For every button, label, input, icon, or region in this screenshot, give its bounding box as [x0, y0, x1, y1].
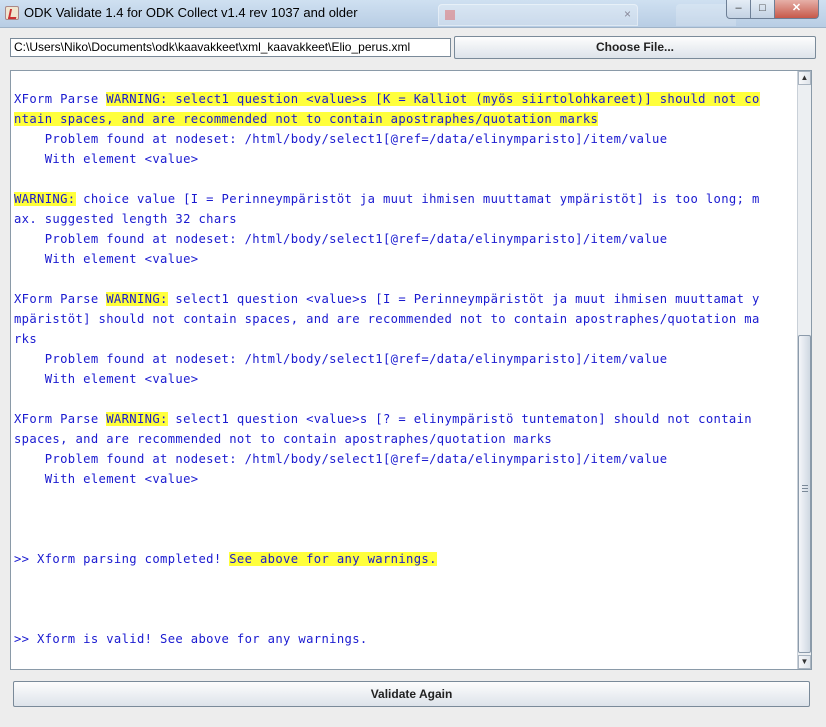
- log-text-segment: Problem found at nodeset: /html/body/sel…: [14, 352, 668, 366]
- validation-log[interactable]: XForm Parse WARNING: select1 question <v…: [10, 70, 812, 670]
- log-text-segment: rks: [14, 332, 38, 346]
- highlighted-text: WARNING: select1 question <value>s [K = …: [106, 92, 760, 106]
- background-window-tab: ×: [438, 4, 638, 26]
- log-line: With element <value>: [14, 249, 199, 269]
- highlighted-text: WARNING:: [106, 412, 168, 426]
- window-title: ODK Validate 1.4 for ODK Collect v1.4 re…: [24, 5, 358, 20]
- highlighted-text: ntain spaces, and are recommended not to…: [14, 112, 599, 126]
- choose-file-button[interactable]: Choose File...: [454, 36, 816, 59]
- log-line: rks: [14, 329, 37, 349]
- log-line: XForm Parse WARNING: select1 question <v…: [14, 89, 760, 109]
- log-text-segment: XForm Parse: [14, 292, 107, 306]
- log-text-segment: Problem found at nodeset: /html/body/sel…: [14, 232, 668, 246]
- highlighted-text: WARNING:: [14, 192, 76, 206]
- log-line: spaces, and are recommended not to conta…: [14, 429, 552, 449]
- log-text-segment: Problem found at nodeset: /html/body/sel…: [14, 452, 668, 466]
- main-panel: C:\Users\Niko\Documents\odk\kaavakkeet\x…: [0, 28, 826, 727]
- minimize-button[interactable]: –: [726, 0, 751, 19]
- log-text-segment: mpäristöt] should not contain spaces, an…: [14, 312, 760, 326]
- title-bar[interactable]: ODK Validate 1.4 for ODK Collect v1.4 re…: [0, 0, 826, 28]
- log-text-segment: Problem found at nodeset: /html/body/sel…: [14, 132, 668, 146]
- close-button[interactable]: ✕: [774, 0, 819, 19]
- log-text-segment: choice value [I = Perinneympäristöt ja m…: [75, 192, 760, 206]
- log-line: >> Xform parsing completed! See above fo…: [14, 549, 437, 569]
- log-text-segment: With element <value>: [14, 472, 199, 486]
- log-text-segment: spaces, and are recommended not to conta…: [14, 432, 553, 446]
- scrollbar-thumb[interactable]: [798, 335, 811, 653]
- log-line: mpäristöt] should not contain spaces, an…: [14, 309, 760, 329]
- highlighted-text: WARNING:: [106, 292, 168, 306]
- arrow-down-icon[interactable]: ▼: [798, 655, 811, 669]
- background-tab-icon: [445, 10, 455, 20]
- java-app-icon: [5, 6, 19, 20]
- log-line: XForm Parse WARNING: select1 question <v…: [14, 409, 752, 429]
- background-tab-close-icon: ×: [623, 7, 631, 21]
- validate-again-button[interactable]: Validate Again: [13, 681, 810, 707]
- log-line: Problem found at nodeset: /html/body/sel…: [14, 349, 667, 369]
- log-text-segment: With element <value>: [14, 372, 199, 386]
- log-text-segment: XForm Parse: [14, 92, 107, 106]
- log-text-segment: With element <value>: [14, 152, 199, 166]
- arrow-up-icon[interactable]: ▲: [798, 71, 811, 85]
- log-line: With element <value>: [14, 149, 199, 169]
- log-line: ax. suggested length 32 chars: [14, 209, 237, 229]
- log-text-segment: >> Xform parsing completed!: [14, 552, 230, 566]
- grip-icon: [802, 485, 808, 486]
- log-line: With element <value>: [14, 369, 199, 389]
- log-line: XForm Parse WARNING: select1 question <v…: [14, 289, 760, 309]
- log-text-segment: >> Xform is valid! See above for any war…: [14, 632, 368, 646]
- maximize-button[interactable]: □: [750, 0, 775, 19]
- log-text-segment: select1 question <value>s [I = Perinneym…: [167, 292, 760, 306]
- log-text-segment: ax. suggested length 32 chars: [14, 212, 237, 226]
- log-line: Problem found at nodeset: /html/body/sel…: [14, 449, 667, 469]
- highlighted-text: See above for any warnings.: [229, 552, 437, 566]
- vertical-scrollbar[interactable]: ▲ ▼: [797, 71, 811, 669]
- log-text-segment: With element <value>: [14, 252, 199, 266]
- log-line: Problem found at nodeset: /html/body/sel…: [14, 129, 667, 149]
- log-line: WARNING: choice value [I = Perinneympäri…: [14, 189, 760, 209]
- log-line: >> Xform is valid! See above for any war…: [14, 629, 368, 649]
- log-line: Problem found at nodeset: /html/body/sel…: [14, 229, 667, 249]
- file-path-field[interactable]: C:\Users\Niko\Documents\odk\kaavakkeet\x…: [10, 38, 451, 57]
- log-text-segment: select1 question <value>s [? = elinympär…: [167, 412, 752, 426]
- log-line: With element <value>: [14, 469, 199, 489]
- log-text-segment: XForm Parse: [14, 412, 107, 426]
- log-line: ntain spaces, and are recommended not to…: [14, 109, 599, 129]
